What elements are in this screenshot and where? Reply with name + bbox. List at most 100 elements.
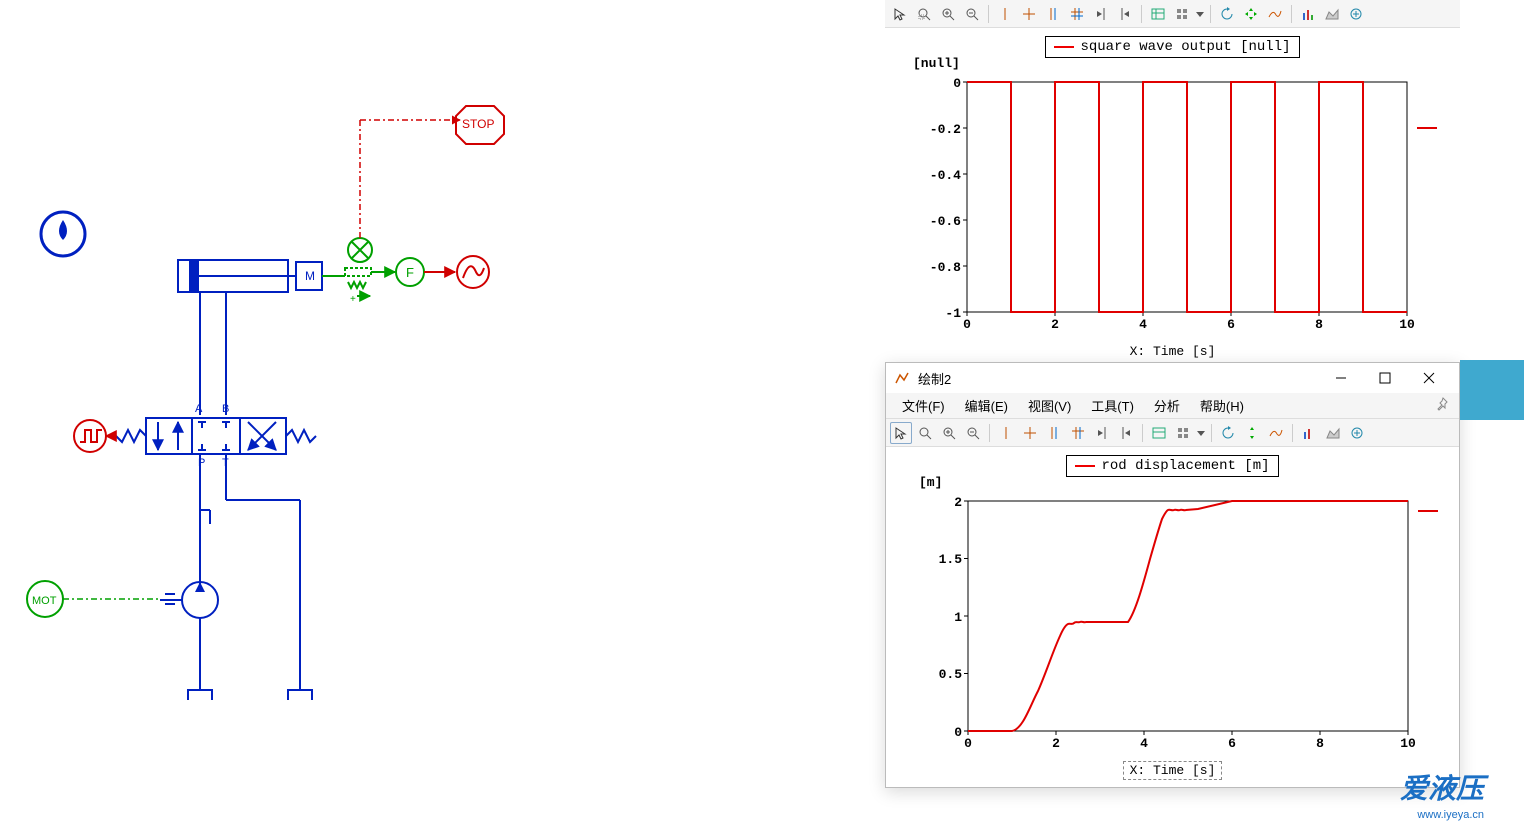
tank-right[interactable] (288, 685, 312, 700)
smooth-icon[interactable] (1264, 3, 1286, 25)
area-chart-icon[interactable] (1321, 3, 1343, 25)
vline-cursor-icon[interactable] (994, 3, 1016, 25)
svg-text:B: B (222, 403, 229, 415)
svg-text:10: 10 (1399, 317, 1415, 332)
pin-icon[interactable] (1437, 397, 1453, 413)
cursor-icon[interactable] (889, 3, 911, 25)
add-plot-icon[interactable] (1345, 3, 1367, 25)
chart2-svg: 2 1.5 1 0.5 0 0 2 4 6 8 10 (898, 481, 1453, 761)
dual-crosshair-icon[interactable] (1066, 3, 1088, 25)
schematic-canvas[interactable]: M + STOP F A B (0, 0, 885, 817)
friction-element[interactable]: + (322, 268, 371, 305)
svg-text:4: 4 (1140, 736, 1148, 751)
pan-icon[interactable] (1241, 422, 1263, 444)
plot2-titlebar[interactable]: 绘制2 (886, 363, 1459, 393)
svg-text:6: 6 (1228, 736, 1236, 751)
plot1-toolbar (885, 0, 1460, 28)
plot2-title: 绘制2 (918, 369, 1319, 388)
square-wave-source[interactable] (74, 420, 116, 452)
chart1-svg: 0 -0.2 -0.4 -0.6 -0.8 -1 0 2 4 6 8 (897, 62, 1452, 342)
zoom-out-icon[interactable] (961, 3, 983, 25)
mass-block[interactable]: M (296, 262, 322, 290)
hydraulic-cylinder[interactable] (178, 260, 295, 292)
chart-square-wave[interactable]: square wave output [null] [null] 0 -0.2 … (885, 28, 1460, 360)
menu-help[interactable]: 帮助(H) (1190, 392, 1254, 419)
stop-block[interactable]: STOP (456, 106, 504, 144)
plot2-menubar: 文件(F) 编辑(E) 视图(V) 工具(T) 分析 帮助(H) (886, 393, 1459, 419)
svg-text:-0.6: -0.6 (930, 214, 961, 229)
svg-text:F: F (406, 265, 414, 280)
dual-vline-icon[interactable] (1043, 422, 1065, 444)
zoom-out-icon[interactable] (962, 422, 984, 444)
svg-text:A: A (195, 403, 203, 415)
maximize-button[interactable] (1363, 363, 1407, 393)
svg-text:-1: -1 (945, 306, 961, 321)
hydraulic-lines-upper (200, 292, 226, 415)
svg-text:0: 0 (964, 736, 972, 751)
table-icon[interactable] (1148, 422, 1170, 444)
svg-text:1: 1 (954, 610, 962, 625)
chart-rod-displacement[interactable]: rod displacement [m] [m] 2 1.5 1 0.5 0 (886, 447, 1459, 787)
table-icon[interactable] (1147, 3, 1169, 25)
svg-text:+: + (350, 294, 356, 305)
svg-text:2: 2 (1052, 736, 1060, 751)
scan-right-icon[interactable] (1114, 3, 1136, 25)
scan-right-icon[interactable] (1115, 422, 1137, 444)
add-plot-icon[interactable] (1346, 422, 1368, 444)
svg-text:6: 6 (1227, 317, 1235, 332)
grid-icon[interactable] (1171, 3, 1193, 25)
zoom-in-icon[interactable] (938, 422, 960, 444)
svg-text:2: 2 (954, 495, 962, 510)
crosshair-icon[interactable] (1018, 3, 1040, 25)
bar-chart-icon[interactable] (1298, 422, 1320, 444)
force-sensor[interactable]: F (371, 258, 455, 286)
zoom-in-icon[interactable] (937, 3, 959, 25)
pan-icon[interactable] (1240, 3, 1262, 25)
refresh-icon[interactable] (1217, 422, 1239, 444)
cursor-icon[interactable] (890, 422, 912, 444)
dual-vline-icon[interactable] (1042, 3, 1064, 25)
menu-file[interactable]: 文件(F) (892, 392, 955, 419)
tank-left[interactable] (188, 685, 212, 700)
refresh-icon[interactable] (1216, 3, 1238, 25)
displacement-sensor[interactable] (348, 120, 460, 262)
directional-valve[interactable] (116, 418, 316, 454)
svg-text:8: 8 (1315, 317, 1323, 332)
svg-text:-0.2: -0.2 (930, 122, 961, 137)
dropdown-icon[interactable] (1195, 3, 1205, 25)
svg-text:-0.4: -0.4 (930, 168, 961, 183)
hydraulic-pump[interactable] (160, 582, 218, 685)
smooth-icon[interactable] (1265, 422, 1287, 444)
dropdown-icon[interactable] (1196, 422, 1206, 444)
signal-source[interactable] (457, 256, 489, 288)
menu-edit[interactable]: 编辑(E) (955, 392, 1018, 419)
side-tab[interactable] (1460, 360, 1524, 420)
svg-text:1.5: 1.5 (939, 552, 963, 567)
plot2-toolbar (886, 419, 1459, 447)
plot2-window[interactable]: 绘制2 文件(F) 编辑(E) 视图(V) 工具(T) 分析 帮助(H) (885, 362, 1460, 788)
fluid-props-icon[interactable] (41, 212, 85, 256)
scan-left-icon[interactable] (1091, 422, 1113, 444)
svg-text:0: 0 (953, 76, 961, 91)
bar-chart-icon[interactable] (1297, 3, 1319, 25)
svg-text:4: 4 (1139, 317, 1147, 332)
dual-crosshair-icon[interactable] (1067, 422, 1089, 444)
close-button[interactable] (1407, 363, 1451, 393)
svg-text:2: 2 (1051, 317, 1059, 332)
svg-text:-0.8: -0.8 (930, 260, 961, 275)
menu-view[interactable]: 视图(V) (1018, 392, 1081, 419)
prime-mover-motor[interactable]: MOT (27, 581, 175, 617)
vline-cursor-icon[interactable] (995, 422, 1017, 444)
menu-tools[interactable]: 工具(T) (1081, 392, 1144, 419)
chart1-xlabel: X: Time [s] (897, 344, 1448, 359)
minimize-button[interactable] (1319, 363, 1363, 393)
area-chart-icon[interactable] (1322, 422, 1344, 444)
zoom-area-icon[interactable] (914, 422, 936, 444)
chart2-xlabel[interactable]: X: Time [s] (1123, 761, 1223, 780)
scan-left-icon[interactable] (1090, 3, 1112, 25)
menu-analysis[interactable]: 分析 (1144, 392, 1190, 419)
hydraulic-lines-lower (200, 454, 300, 685)
crosshair-icon[interactable] (1019, 422, 1041, 444)
zoom-area-icon[interactable] (913, 3, 935, 25)
grid-icon[interactable] (1172, 422, 1194, 444)
